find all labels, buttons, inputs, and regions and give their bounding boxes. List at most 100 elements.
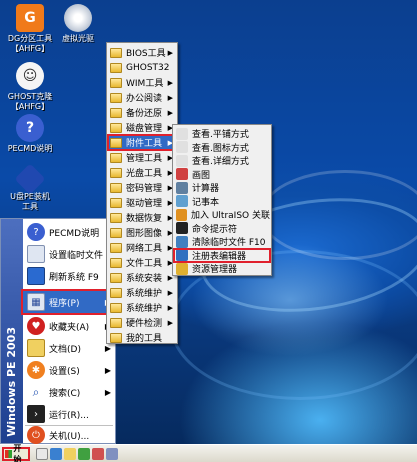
start-item-label: 程序(P) — [49, 298, 80, 309]
accessories-menu-item[interactable]: 记事本 — [174, 195, 270, 208]
dg-partition-icon: G — [16, 4, 44, 32]
accessories-menu: 查看.平铺方式 查看.图标方式 查看.详细方式 画图 计算器 记事本 加入 UltraISO… — [172, 124, 272, 276]
submenu-arrow-icon: ▶ — [167, 78, 173, 87]
start-item-search[interactable]: ⌕ 搜索(C) ▶ — [23, 381, 115, 403]
folder-icon — [110, 92, 122, 103]
accessories-menu-item[interactable]: 注册表编辑器 — [173, 247, 271, 263]
programs-menu-item-label: BIOS工具 — [126, 49, 166, 59]
folder-icon — [110, 47, 122, 58]
start-button-label: 开始 — [13, 444, 22, 462]
menu-separator — [25, 289, 113, 290]
programs-menu-item[interactable]: BIOS工具 ▶ — [108, 45, 176, 60]
programs-menu-item[interactable]: WIM工具 ▶ — [108, 75, 176, 90]
programs-menu-item-label: 附件工具 — [126, 139, 163, 149]
start-item-refresh[interactable]: 刷新系统 F9 — [23, 265, 115, 287]
folder-icon — [110, 317, 122, 328]
desktop-icon-udisk-pe[interactable]: U盘PE装机 工具 — [0, 163, 60, 212]
start-item-label: 搜索(C) — [49, 388, 81, 399]
quicklaunch-tool-icon[interactable] — [78, 448, 90, 460]
submenu-arrow-icon: ▶ — [167, 288, 173, 297]
programs-menu-item[interactable]: 管理工具 ▶ — [108, 150, 176, 165]
desktop-icon-label: U盘PE装机 — [10, 192, 50, 201]
accessories-menu-item[interactable]: 查看.平铺方式 — [174, 127, 270, 140]
accessories-menu-item[interactable]: 资源管理器 — [174, 262, 270, 275]
programs-menu-item[interactable]: 密码管理 ▶ — [108, 180, 176, 195]
quicklaunch-app-icon[interactable] — [92, 448, 104, 460]
desktop-icon-virtual-cdrom[interactable]: 虚拟光驱 — [48, 4, 108, 44]
programs-menu-item[interactable]: 系统维护 ▶ — [108, 285, 176, 300]
programs-menu-item-label: 磁盘管理 — [126, 124, 163, 134]
programs-menu-item[interactable]: 系统安装 ▶ — [108, 270, 176, 285]
accessory-app-icon — [176, 262, 188, 275]
help-icon: ? — [27, 223, 45, 241]
accessories-menu-item[interactable]: 清除临时文件 F10 — [174, 235, 270, 248]
accessories-menu-item[interactable]: 加入 UltraISO 关联 — [174, 208, 270, 221]
folder-icon — [110, 332, 122, 343]
folder-icon — [110, 212, 122, 223]
desktop-icon-label: 工具 — [22, 202, 38, 211]
accessory-app-icon — [176, 208, 187, 221]
start-item-programs[interactable]: ▦ 程序(P) ▶ — [21, 289, 117, 315]
start-item-label: 设置临时文件 — [49, 250, 104, 261]
accessories-menu-item-label: 注册表编辑器 — [192, 251, 247, 262]
start-item-label: 关机(U)... — [49, 431, 90, 442]
programs-menu-item[interactable]: 附件工具 ▶ — [107, 134, 177, 151]
accessories-menu-item[interactable]: 计算器 — [174, 181, 270, 194]
accessories-menu-item[interactable]: 查看.图标方式 — [174, 141, 270, 154]
folder-icon — [110, 167, 122, 178]
start-item-label: 运行(R)... — [49, 410, 89, 421]
start-item-shutdown[interactable]: ⏻ 关机(U)... — [23, 425, 115, 445]
start-item-label: 刷新系统 F9 — [49, 272, 99, 283]
programs-menu-item[interactable]: 光盘工具 ▶ — [108, 165, 176, 180]
start-item-run[interactable]: › 运行(R)... — [23, 403, 115, 425]
programs-menu-item[interactable]: 备份还原 ▶ — [108, 105, 176, 120]
programs-menu-item-label: 网络工具 — [126, 244, 163, 254]
submenu-arrow-icon: ▶ — [167, 303, 173, 312]
udisk-pe-icon — [14, 163, 46, 195]
virtual-cdrom-icon — [64, 4, 92, 32]
programs-menu-item[interactable]: 文件工具 ▶ — [108, 255, 176, 270]
submenu-arrow-icon: ▶ — [104, 387, 111, 397]
quicklaunch-folder-icon[interactable] — [64, 448, 76, 460]
programs-menu-item[interactable]: 网络工具 ▶ — [108, 240, 176, 255]
help-icon: ? — [16, 114, 44, 142]
folder-icon — [110, 257, 122, 268]
start-item-pecmd-help[interactable]: ? PECMD说明 — [23, 221, 115, 243]
accessories-menu-item[interactable]: 命令提示符 — [174, 222, 270, 235]
quicklaunch-app-icon[interactable] — [106, 448, 118, 460]
start-item-settings[interactable]: ✱ 设置(S) ▶ — [23, 359, 115, 381]
accessory-app-icon — [176, 141, 188, 153]
programs-menu-item[interactable]: 系统维护 ▶ — [108, 300, 176, 315]
start-item-favorites[interactable]: ♥ 收藏夹(A) ▶ — [23, 315, 115, 337]
desktop-icon-ghost[interactable]: ☺ GHOST克隆 【AHFG】 — [0, 62, 60, 112]
programs-menu-item[interactable]: 磁盘管理 ▶ — [108, 120, 176, 135]
quicklaunch-monitor-icon[interactable] — [50, 448, 62, 460]
start-menu: Windows PE 2003 ? PECMD说明 设置临时文件 刷新系统 F9… — [0, 218, 117, 445]
wallpaper-swirl — [260, 170, 417, 260]
programs-menu-item[interactable]: 我的工具 — [108, 330, 176, 345]
monitor-icon — [27, 267, 45, 285]
quicklaunch-desktop-icon[interactable] — [36, 448, 48, 460]
accessories-menu-item[interactable]: 查看.详细方式 — [174, 154, 270, 167]
accessory-app-icon — [176, 249, 188, 261]
programs-menu-item-label: 密码管理 — [126, 184, 163, 194]
programs-menu-item[interactable]: 办公阅读 ▶ — [108, 90, 176, 105]
programs-menu-item[interactable]: 图形图像 ▶ — [108, 225, 176, 240]
desktop-icon-label: 【AHFG】 — [10, 102, 50, 111]
accessories-menu-item[interactable]: 画图 — [174, 168, 270, 181]
programs-icon: ▦ — [27, 293, 45, 311]
desktop-icon-label: PECMD说明 — [7, 144, 53, 153]
programs-menu-item[interactable]: GHOST32 — [108, 60, 176, 75]
programs-menu-item[interactable]: 驱动管理 ▶ — [108, 195, 176, 210]
start-item-label: 收藏夹(A) — [49, 322, 90, 333]
programs-menu-item-label: 系统维护 — [126, 289, 163, 299]
programs-menu-item[interactable]: 数据恢复 ▶ — [108, 210, 176, 225]
desktop-icon-pecmd-help[interactable]: ? PECMD说明 — [0, 114, 60, 154]
start-item-documents[interactable]: 文档(D) ▶ — [23, 337, 115, 359]
start-item-temp-file[interactable]: 设置临时文件 — [23, 243, 115, 265]
programs-menu-item[interactable]: 硬件检测 ▶ — [108, 315, 176, 330]
accessory-app-icon — [176, 181, 188, 194]
start-button[interactable]: 开始 — [2, 444, 30, 462]
folder-icon — [110, 62, 122, 73]
folder-icon — [110, 302, 122, 313]
